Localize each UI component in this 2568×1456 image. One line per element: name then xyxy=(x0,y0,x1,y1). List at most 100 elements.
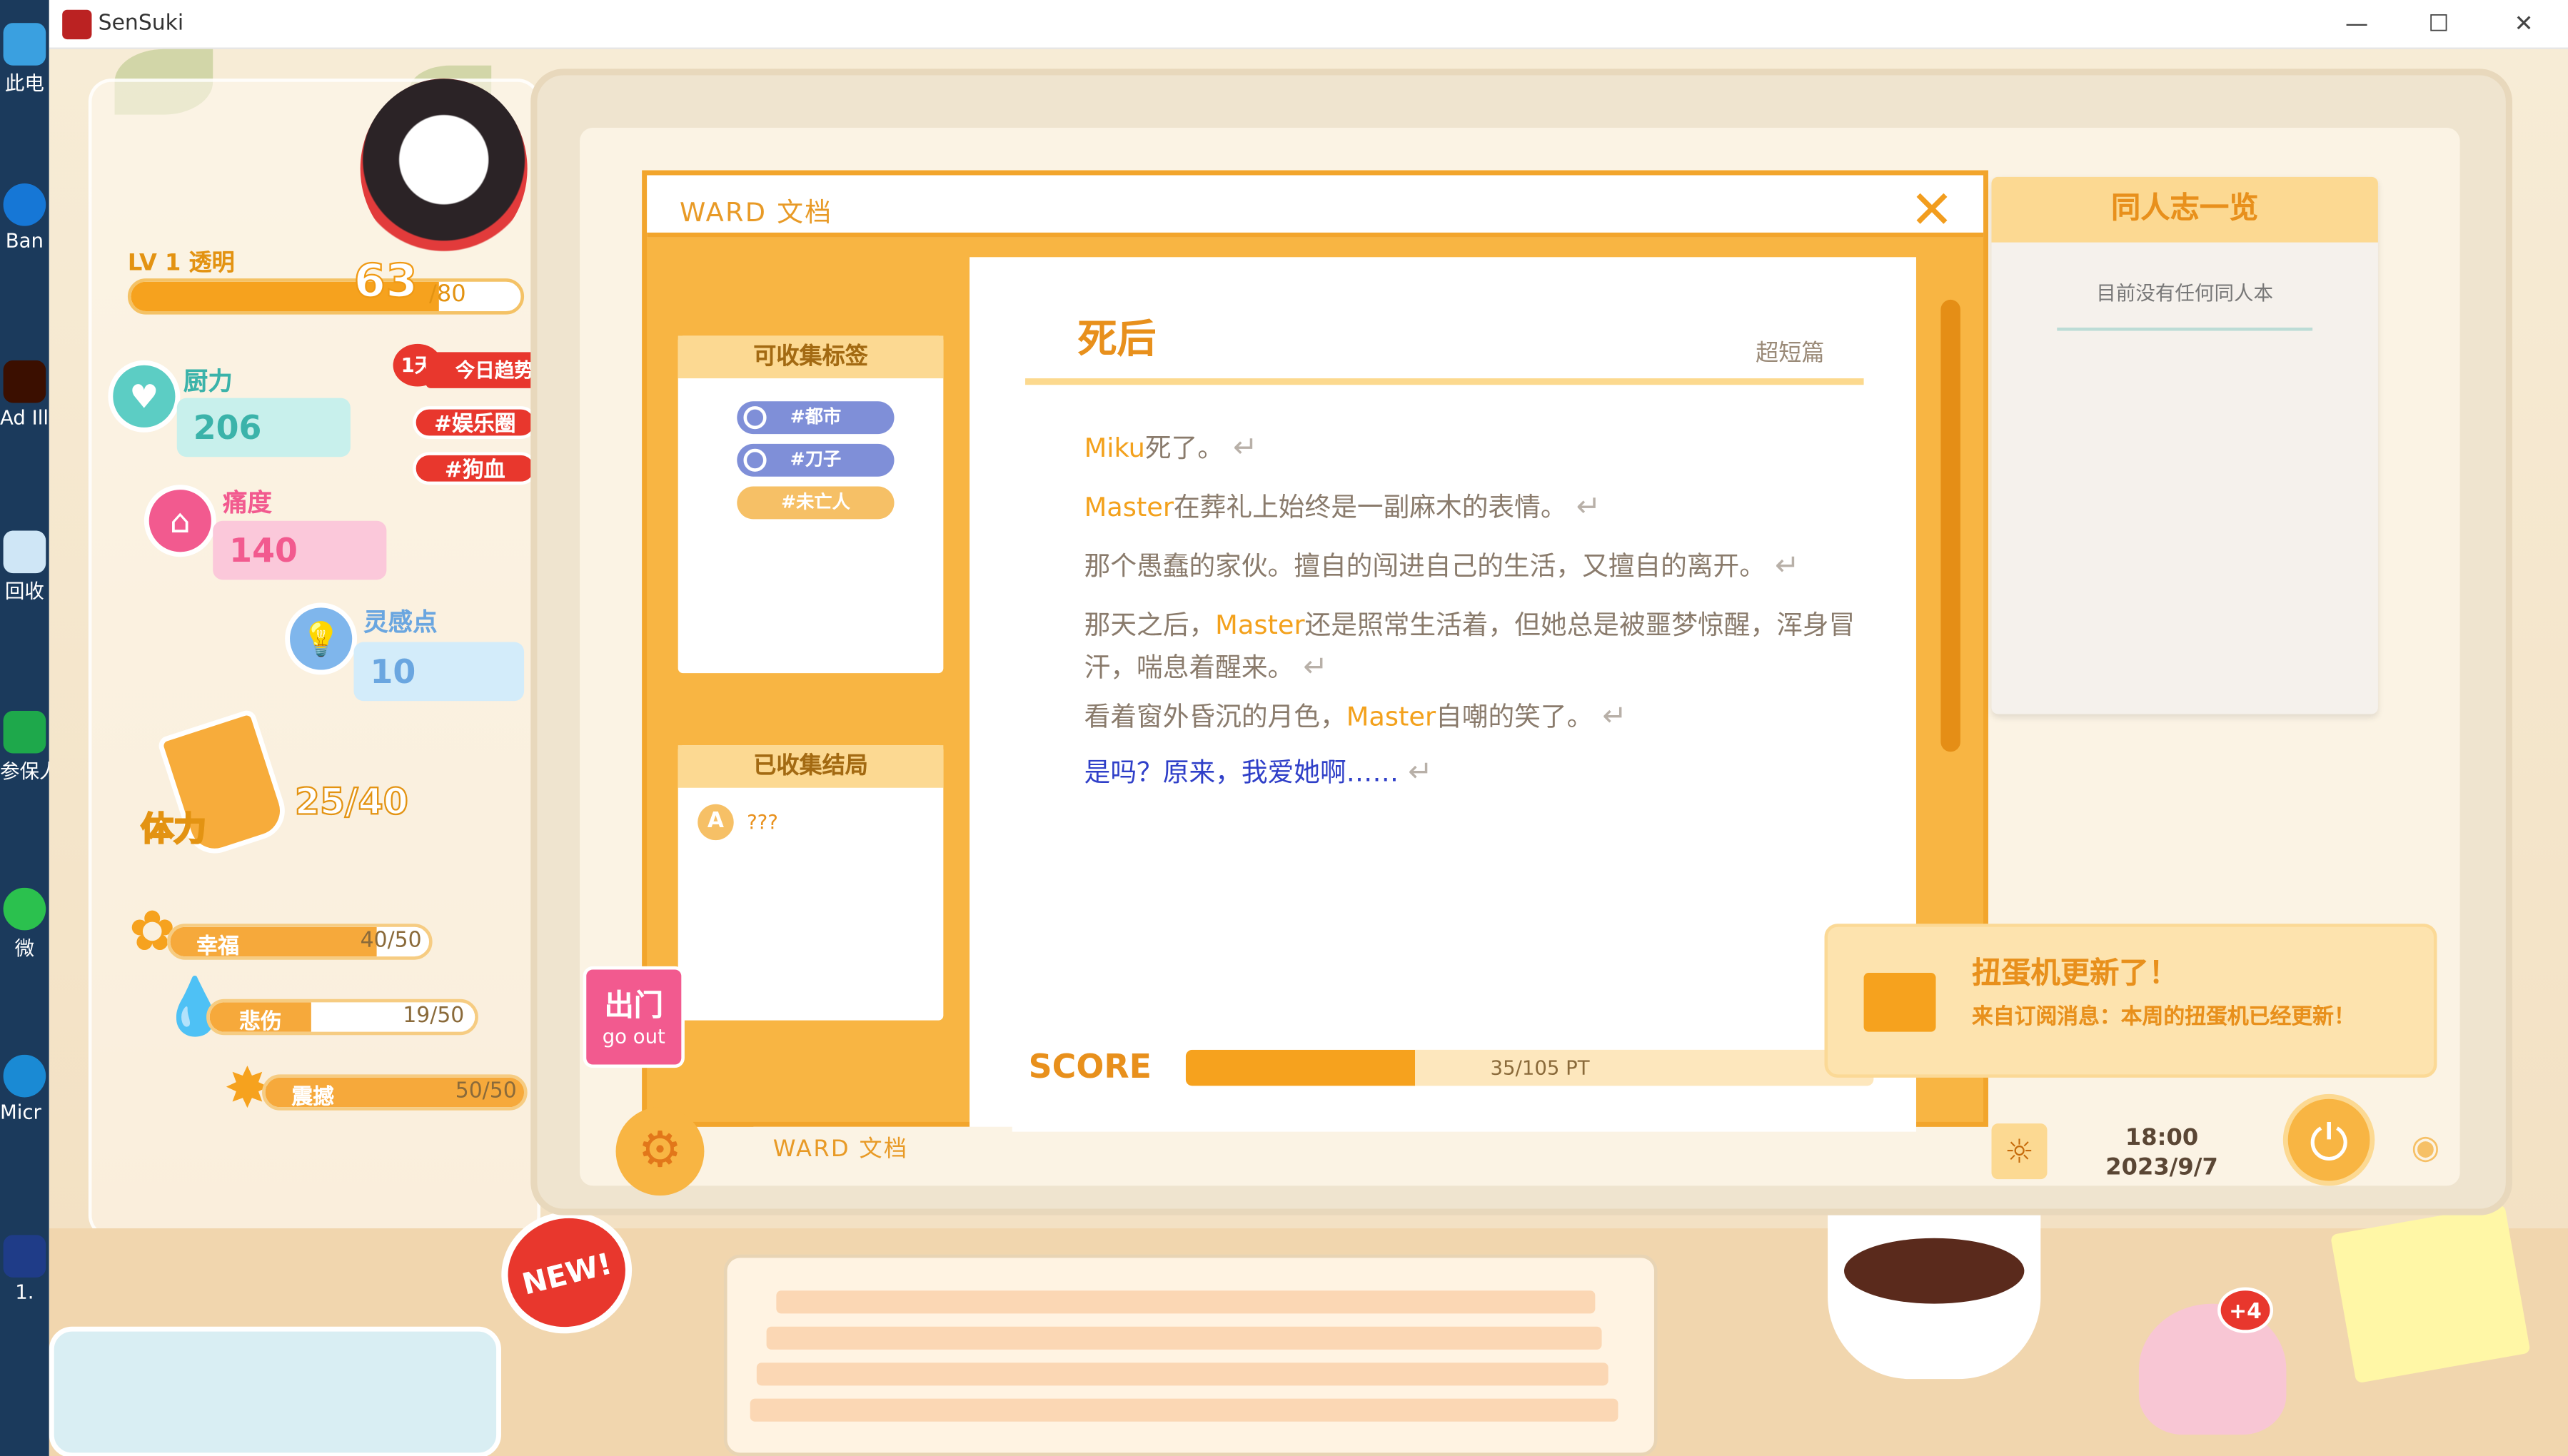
stamina-label: 体力 xyxy=(140,808,207,849)
collected-endings-card: 已收集结局 A ??? xyxy=(678,745,944,1021)
key-row xyxy=(776,1290,1596,1314)
game-window: SenSuki — ☐ ✕ LV 1 透明 63 /80 ♥ 厨力 206 ⌂ … xyxy=(49,0,2568,1456)
sunset-icon: ☼ xyxy=(1991,1123,2048,1180)
document-scrollbar[interactable] xyxy=(1940,299,1960,752)
power-icon[interactable]: ⏻ xyxy=(2282,1093,2375,1186)
line-text: 那个愚蠢的家伙。擅自的闯进自己的生活，又擅自的离开。 xyxy=(1084,550,1766,582)
doujin-empty-text: 目前没有任何同人本 xyxy=(2096,281,2274,305)
line-text: 那天之后， xyxy=(1084,609,1216,641)
blue-pad xyxy=(49,1326,501,1456)
score-label: SCORE xyxy=(1028,1046,1152,1086)
tag-icon xyxy=(743,448,767,472)
mascot-notification-badge: +4 xyxy=(2217,1287,2274,1333)
heart-icon: ♥ xyxy=(108,360,181,433)
ward-header: WARD 文档 ✕ xyxy=(647,175,1984,241)
app-icon xyxy=(62,9,92,39)
keyboard[interactable] xyxy=(723,1254,1658,1456)
go-out-sublabel: go out xyxy=(602,1025,665,1048)
trend-panel[interactable]: 1天 今日趋势 #娱乐圈 #狗血 xyxy=(393,343,564,507)
tag-pill[interactable]: #刀子 xyxy=(737,443,895,477)
desktop-icon[interactable]: Ban xyxy=(0,183,49,252)
happiness-label: 幸福 xyxy=(196,935,239,960)
key-row xyxy=(756,1363,1608,1386)
document-line: 是吗？原来，我爱她啊…… ↵ xyxy=(1084,752,1887,794)
go-out-button[interactable]: 出门 go out xyxy=(583,966,685,1068)
desktop-icon[interactable]: Ad Illustr xyxy=(0,360,49,429)
clock: 18:00 2023/9/7 xyxy=(2063,1123,2260,1183)
level-label: LV 1 透明 xyxy=(127,251,235,277)
score-bar-fill xyxy=(1185,1049,1415,1086)
gacha-notification[interactable]: 扭蛋机更新了！ 来自订阅消息：本周的扭蛋机已经更新！ xyxy=(1824,924,2437,1078)
close-window-button[interactable]: ✕ xyxy=(2486,0,2562,49)
desktop-icon[interactable]: Micr Ed xyxy=(0,1054,49,1123)
key-row xyxy=(766,1326,1602,1350)
ending-badge: A xyxy=(698,804,734,841)
happiness-value: 40/50 xyxy=(360,929,422,954)
maximize-button[interactable]: ☐ xyxy=(2401,0,2477,49)
coffee xyxy=(1844,1238,2025,1304)
go-out-label: 出门 xyxy=(604,989,664,1024)
desktop-icon[interactable]: 参保人 失败 xyxy=(0,710,49,784)
sticky-notes[interactable] xyxy=(2330,1204,2531,1384)
level-current: 63 xyxy=(353,253,418,309)
player-avatar[interactable] xyxy=(360,79,528,259)
document-line: 看着窗外昏沉的月色，Master自嘲的笑了。 ↵ xyxy=(1084,696,1887,739)
document-title: 死后 xyxy=(1077,315,1157,363)
inspiration-value: 10 xyxy=(353,642,525,702)
line-text: 自嘲的笑了。 xyxy=(1436,701,1593,732)
doujin-list-title: 同人志一览 xyxy=(1991,176,2378,243)
pain-value: 140 xyxy=(213,520,387,580)
return-icon: ↵ xyxy=(1593,699,1628,734)
desktop-icon[interactable]: 回收 xyxy=(0,530,49,604)
notification-body: 来自订阅消息：本周的扭蛋机已经更新！ xyxy=(1971,1005,2355,1031)
envelope-icon xyxy=(1863,973,1936,1032)
shock-value: 50/50 xyxy=(455,1079,517,1104)
stamina-widget: 体力 25/40 xyxy=(140,704,435,868)
return-icon: ↵ xyxy=(1566,490,1601,525)
line-text: 看着窗外昏沉的月色， xyxy=(1084,701,1346,732)
clock-date: 2023/9/7 xyxy=(2105,1154,2218,1181)
return-icon: ↵ xyxy=(1294,649,1329,685)
desktop-icon[interactable]: 微 xyxy=(0,887,49,961)
document-line: Master在葬礼上始终是一副麻木的表情。 ↵ xyxy=(1084,487,1887,530)
desktop-icon-strip: 此电 Ban Ad Illustr 回收 参保人 失败 微 Micr Ed 1. xyxy=(0,0,49,1456)
ending-text[interactable]: ??? xyxy=(747,811,778,834)
trend-tag: #狗血 xyxy=(413,452,538,485)
document-divider xyxy=(1025,378,1864,385)
eye-icon[interactable]: ◉ xyxy=(2401,1127,2450,1166)
return-icon: ↵ xyxy=(1224,430,1258,465)
document-line: Miku死了。 ↵ xyxy=(1084,428,1887,470)
document-paper: 死后 超短篇 Miku死了。 ↵ Master在葬礼上始终是一副麻木的表情。 ↵ 那… xyxy=(970,257,1916,1132)
tag-pill[interactable]: #未亡人 xyxy=(737,486,895,520)
gear-icon[interactable]: ⚙ xyxy=(615,1107,705,1196)
collectible-tags-heading: 可收集标签 xyxy=(678,335,944,379)
document-kind: 超短篇 xyxy=(1756,340,1825,368)
trend-tag: #娱乐圈 xyxy=(413,406,538,439)
window-title: SenSuki xyxy=(98,11,184,36)
highlighted-name: Master xyxy=(1346,701,1436,732)
highlighted-name: Master xyxy=(1084,491,1174,523)
document-line: 那天之后，Master还是照常生活着，但她总是被噩梦惊醒，浑身冒汗，喘息着醒来。… xyxy=(1084,605,1887,689)
collectible-tags-card: 可收集标签 #都市 #刀子 #未亡人 xyxy=(678,335,944,674)
score-value: 35/105 PT xyxy=(1490,1056,1590,1080)
house-icon: ⌂ xyxy=(143,485,216,557)
tag-pill[interactable]: #都市 xyxy=(737,401,895,435)
highlighted-name: Miku xyxy=(1084,432,1145,464)
ward-title: WARD 文档 xyxy=(680,196,833,228)
taskbar-task-ward[interactable]: WARD 文档 xyxy=(753,1126,1012,1173)
collected-endings-heading: 已收集结局 xyxy=(678,745,944,788)
clock-time: 18:00 xyxy=(2125,1125,2199,1152)
notification-title: 扭蛋机更新了！ xyxy=(1971,956,2179,991)
return-icon: ↵ xyxy=(1399,754,1433,790)
desktop-icon[interactable]: 1. xyxy=(0,1235,49,1304)
desktop-icon[interactable]: 此电 xyxy=(0,23,49,96)
minimize-button[interactable]: — xyxy=(2319,0,2395,49)
close-icon[interactable]: ✕ xyxy=(1910,178,1954,241)
sadness-label: 悲伤 xyxy=(238,1010,282,1036)
shock-label: 震撼 xyxy=(291,1086,335,1111)
tag-icon xyxy=(743,406,767,430)
line-text: 死了。 xyxy=(1144,432,1224,464)
stamina-value: 25/40 xyxy=(294,782,409,825)
title-bar: SenSuki — ☐ ✕ xyxy=(49,0,2568,49)
inspiration-label: 灵感点 xyxy=(363,607,438,637)
